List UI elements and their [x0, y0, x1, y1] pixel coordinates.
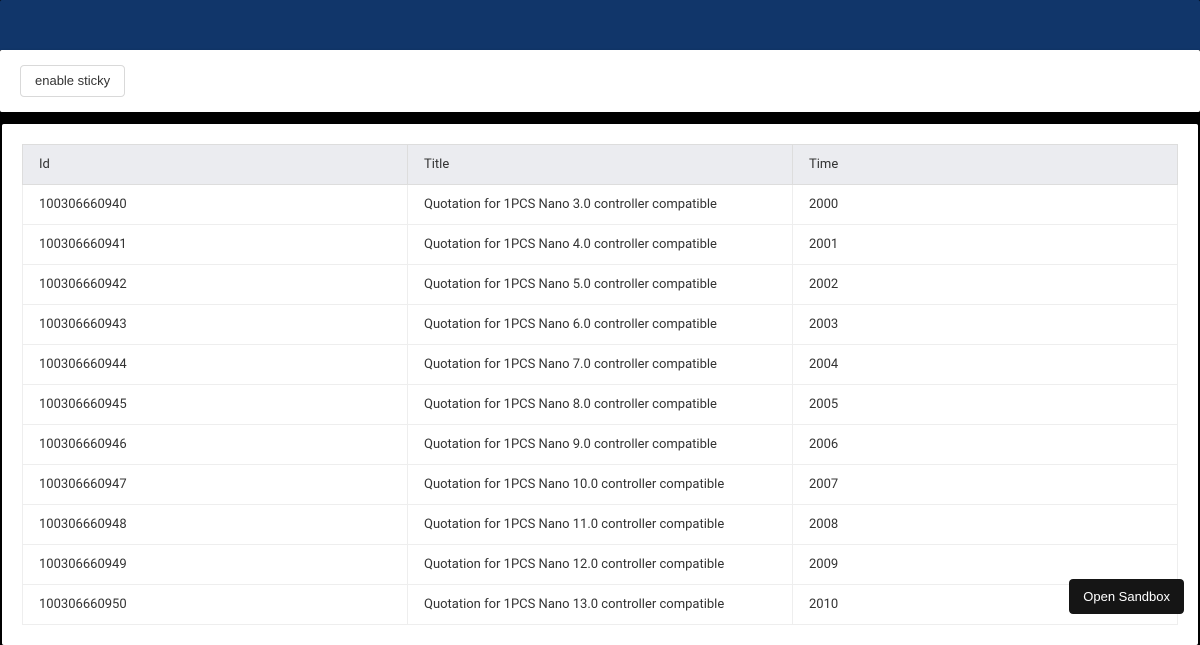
table-header-id: Id [23, 144, 408, 184]
table-cell-id: 100306660943 [23, 304, 408, 344]
table-cell-id: 100306660940 [23, 184, 408, 224]
table-cell-time: 2008 [793, 504, 1178, 544]
table-cell-title: Quotation for 1PCS Nano 8.0 controller c… [408, 384, 793, 424]
table-cell-title: Quotation for 1PCS Nano 6.0 controller c… [408, 304, 793, 344]
table-row: 100306660942Quotation for 1PCS Nano 5.0 … [23, 264, 1178, 304]
table-row: 100306660947Quotation for 1PCS Nano 10.0… [23, 464, 1178, 504]
table-row: 100306660946Quotation for 1PCS Nano 9.0 … [23, 424, 1178, 464]
table-cell-id: 100306660945 [23, 384, 408, 424]
table-cell-time: 2007 [793, 464, 1178, 504]
table-cell-id: 100306660946 [23, 424, 408, 464]
table-cell-time: 2002 [793, 264, 1178, 304]
table-cell-title: Quotation for 1PCS Nano 3.0 controller c… [408, 184, 793, 224]
table-row: 100306660950Quotation for 1PCS Nano 13.0… [23, 584, 1178, 624]
table-cell-time: 2009 [793, 544, 1178, 584]
table-container: Id Title Time 100306660940Quotation for … [2, 124, 1198, 645]
control-panel: enable sticky [0, 50, 1200, 112]
table-cell-id: 100306660948 [23, 504, 408, 544]
table-cell-title: Quotation for 1PCS Nano 12.0 controller … [408, 544, 793, 584]
table-cell-time: 2003 [793, 304, 1178, 344]
open-sandbox-button[interactable]: Open Sandbox [1069, 579, 1184, 614]
table-cell-time: 2004 [793, 344, 1178, 384]
table-cell-time: 2005 [793, 384, 1178, 424]
table-cell-time: 2000 [793, 184, 1178, 224]
table-row: 100306660945Quotation for 1PCS Nano 8.0 … [23, 384, 1178, 424]
table-cell-id: 100306660947 [23, 464, 408, 504]
table-cell-id: 100306660944 [23, 344, 408, 384]
table-row: 100306660944Quotation for 1PCS Nano 7.0 … [23, 344, 1178, 384]
table-header-row: Id Title Time [23, 144, 1178, 184]
table-row: 100306660940Quotation for 1PCS Nano 3.0 … [23, 184, 1178, 224]
table-header-time: Time [793, 144, 1178, 184]
data-table: Id Title Time 100306660940Quotation for … [22, 144, 1178, 625]
table-row: 100306660941Quotation for 1PCS Nano 4.0 … [23, 224, 1178, 264]
table-cell-time: 2006 [793, 424, 1178, 464]
table-cell-title: Quotation for 1PCS Nano 5.0 controller c… [408, 264, 793, 304]
table-cell-id: 100306660949 [23, 544, 408, 584]
table-cell-title: Quotation for 1PCS Nano 13.0 controller … [408, 584, 793, 624]
table-header-title: Title [408, 144, 793, 184]
table-cell-title: Quotation for 1PCS Nano 4.0 controller c… [408, 224, 793, 264]
header-bar [0, 0, 1200, 50]
table-row: 100306660948Quotation for 1PCS Nano 11.0… [23, 504, 1178, 544]
table-row: 100306660943Quotation for 1PCS Nano 6.0 … [23, 304, 1178, 344]
table-cell-title: Quotation for 1PCS Nano 9.0 controller c… [408, 424, 793, 464]
table-cell-id: 100306660941 [23, 224, 408, 264]
enable-sticky-button[interactable]: enable sticky [20, 65, 125, 97]
table-cell-title: Quotation for 1PCS Nano 10.0 controller … [408, 464, 793, 504]
table-cell-title: Quotation for 1PCS Nano 11.0 controller … [408, 504, 793, 544]
table-cell-id: 100306660942 [23, 264, 408, 304]
table-cell-time: 2001 [793, 224, 1178, 264]
table-cell-title: Quotation for 1PCS Nano 7.0 controller c… [408, 344, 793, 384]
table-cell-id: 100306660950 [23, 584, 408, 624]
table-row: 100306660949Quotation for 1PCS Nano 12.0… [23, 544, 1178, 584]
